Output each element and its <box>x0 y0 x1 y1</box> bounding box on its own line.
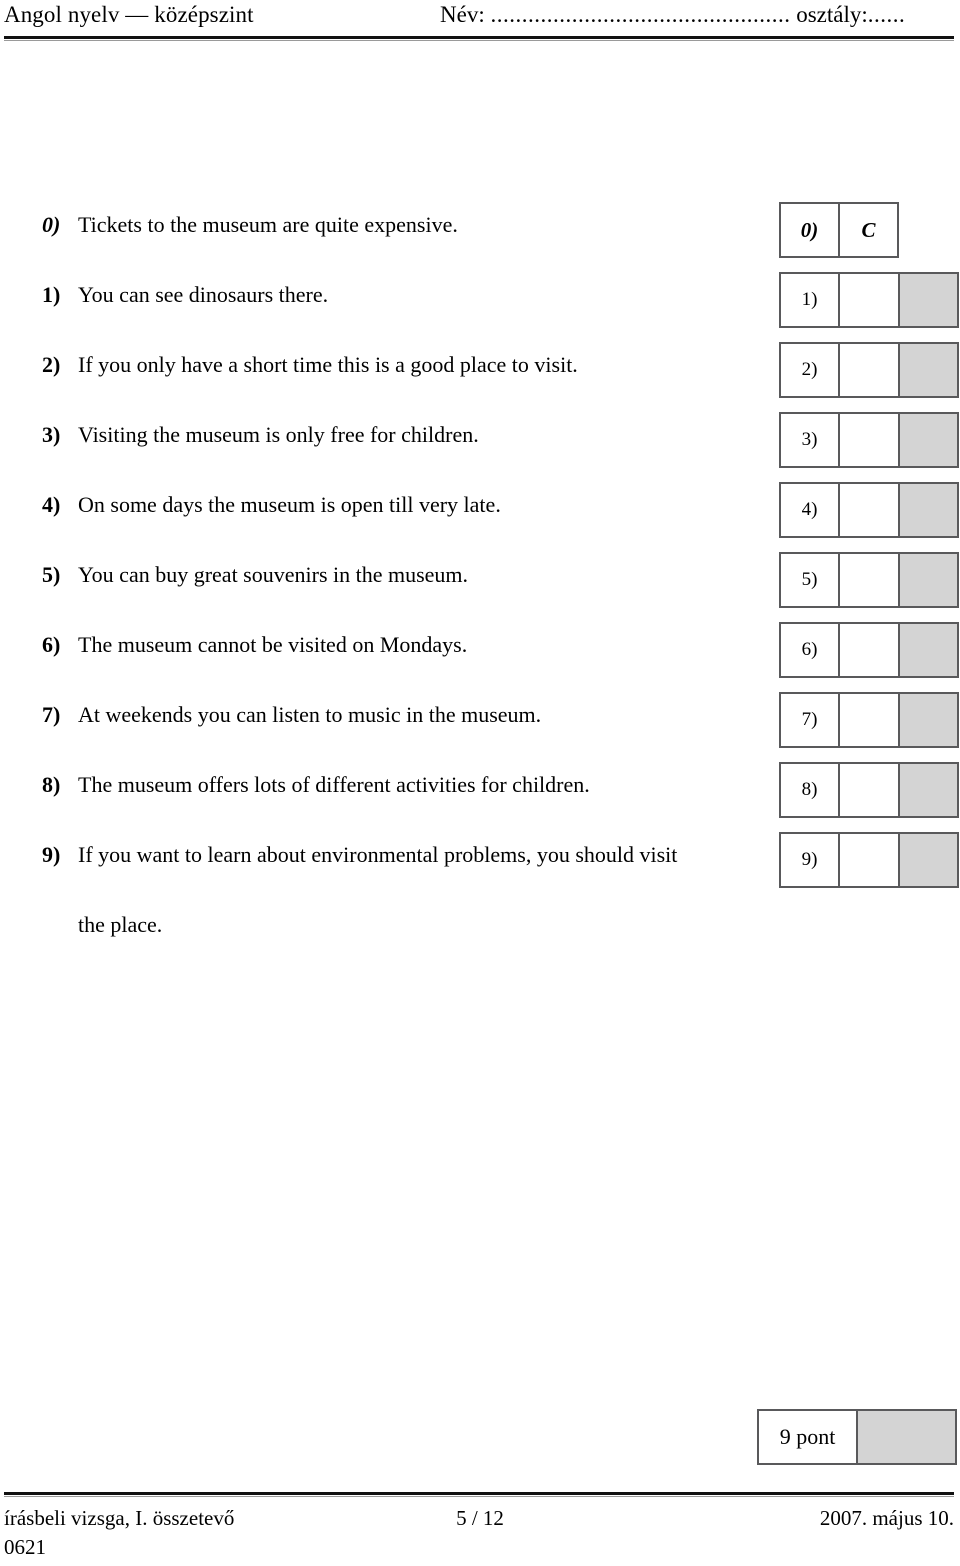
total-points-label: 9 pont <box>757 1409 857 1465</box>
answer-box: 4) <box>779 482 959 538</box>
answer-input-cell[interactable] <box>839 482 899 538</box>
statement-text: At weekends you can listen to music in t… <box>78 702 542 727</box>
statement-number: 7) <box>42 702 61 727</box>
statement-text: The museum offers lots of different acti… <box>78 772 590 797</box>
footer-exam-date: 2007. május 10. <box>819 1506 954 1530</box>
statement-text: If you want to learn about environmental… <box>78 842 678 867</box>
answer-input-cell[interactable] <box>839 272 899 328</box>
answer-box: 6) <box>779 622 959 678</box>
statement-number: 5) <box>42 562 61 587</box>
answer-box-number: 3) <box>779 412 839 468</box>
examiner-score-cell <box>899 692 959 748</box>
statement-text-continuation: the place. <box>78 912 163 937</box>
answer-box-example: 0) C <box>779 202 899 258</box>
answer-input-cell[interactable] <box>839 762 899 818</box>
page-footer: írásbeli vizsga, I. összetevő 0621 5 / 1… <box>0 1506 960 1566</box>
statement-text: Visiting the museum is only free for chi… <box>78 422 479 447</box>
statement-list: 0) Tickets to the museum are quite expen… <box>0 196 960 937</box>
statement-number: 3) <box>42 422 61 447</box>
statement-row: 6) The museum cannot be visited on Monda… <box>0 616 960 686</box>
name-fill-in-dots: ........................................… <box>490 2 791 27</box>
answer-box-number: 4) <box>779 482 839 538</box>
total-points-box: 9 pont <box>757 1409 957 1465</box>
answer-box-number: 7) <box>779 692 839 748</box>
statement-row: 4) On some days the museum is open till … <box>0 476 960 546</box>
statement-text: You can buy great souvenirs in the museu… <box>78 562 469 587</box>
answer-input-cell[interactable] <box>839 342 899 398</box>
statement-number: 1) <box>42 282 61 307</box>
answer-box-value: C <box>839 202 899 258</box>
header-divider-rule <box>4 36 954 39</box>
statement-number: 8) <box>42 772 61 797</box>
footer-divider-rule-shadow <box>4 1496 954 1497</box>
statement-row: 3) Visiting the museum is only free for … <box>0 406 960 476</box>
answer-box: 7) <box>779 692 959 748</box>
answer-box-number: 5) <box>779 552 839 608</box>
answer-box: 8) <box>779 762 959 818</box>
answer-input-cell[interactable] <box>839 552 899 608</box>
class-fill-in-dots: ...... <box>867 2 906 27</box>
examiner-score-cell <box>899 412 959 468</box>
answer-box: 5) <box>779 552 959 608</box>
statement-number: 2) <box>42 352 61 377</box>
answer-box-number: 6) <box>779 622 839 678</box>
footer-exam-code: 0621 <box>4 1535 46 1559</box>
total-points-score-cell <box>857 1409 957 1465</box>
statement-text: If you only have a short time this is a … <box>78 352 578 377</box>
examiner-score-cell <box>899 482 959 538</box>
statement-text: You can see dinosaurs there. <box>78 282 329 307</box>
statement-text: On some days the museum is open till ver… <box>78 492 501 517</box>
examiner-score-cell <box>899 832 959 888</box>
answer-input-cell[interactable] <box>839 692 899 748</box>
page-header: Angol nyelv — középszint Név: ..........… <box>0 0 960 40</box>
statement-row: 5) You can buy great souvenirs in the mu… <box>0 546 960 616</box>
answer-box-number: 9) <box>779 832 839 888</box>
student-identification-line: Név: ...................................… <box>440 2 905 28</box>
answer-box-number: 8) <box>779 762 839 818</box>
examiner-score-cell <box>899 622 959 678</box>
header-divider-rule-shadow <box>4 40 954 41</box>
examiner-score-cell <box>899 342 959 398</box>
answer-box-number: 2) <box>779 342 839 398</box>
statement-row: 7) At weekends you can listen to music i… <box>0 686 960 756</box>
statement-number: 6) <box>42 632 61 657</box>
statement-number: 4) <box>42 492 61 517</box>
answer-box: 3) <box>779 412 959 468</box>
statement-row: 2) If you only have a short time this is… <box>0 336 960 406</box>
answer-box-number: 0) <box>779 202 839 258</box>
name-label: Név: <box>440 2 485 27</box>
answer-box: 1) <box>779 272 959 328</box>
statement-number: 0) <box>42 212 61 237</box>
exam-subject-title: Angol nyelv — középszint <box>4 2 254 27</box>
answer-input-cell[interactable] <box>839 622 899 678</box>
answer-box-number: 1) <box>779 272 839 328</box>
footer-page-number: 5 / 12 <box>456 1506 504 1530</box>
statement-row: 1) You can see dinosaurs there. 1) <box>0 266 960 336</box>
statement-number: 9) <box>42 842 61 867</box>
statement-row: 9) If you want to learn about environmen… <box>0 826 960 937</box>
answer-box: 9) <box>779 832 959 888</box>
examiner-score-cell <box>899 272 959 328</box>
statement-row-example: 0) Tickets to the museum are quite expen… <box>0 196 960 266</box>
examiner-score-cell <box>899 762 959 818</box>
class-label: osztály: <box>796 2 868 27</box>
statement-row: 8) The museum offers lots of different a… <box>0 756 960 826</box>
answer-input-cell[interactable] <box>839 412 899 468</box>
answer-box: 2) <box>779 342 959 398</box>
answer-input-cell[interactable] <box>839 832 899 888</box>
footer-divider-rule <box>4 1492 954 1495</box>
statement-text: The museum cannot be visited on Mondays. <box>78 632 468 657</box>
examiner-score-cell <box>899 552 959 608</box>
statement-text: Tickets to the museum are quite expensiv… <box>78 212 458 237</box>
